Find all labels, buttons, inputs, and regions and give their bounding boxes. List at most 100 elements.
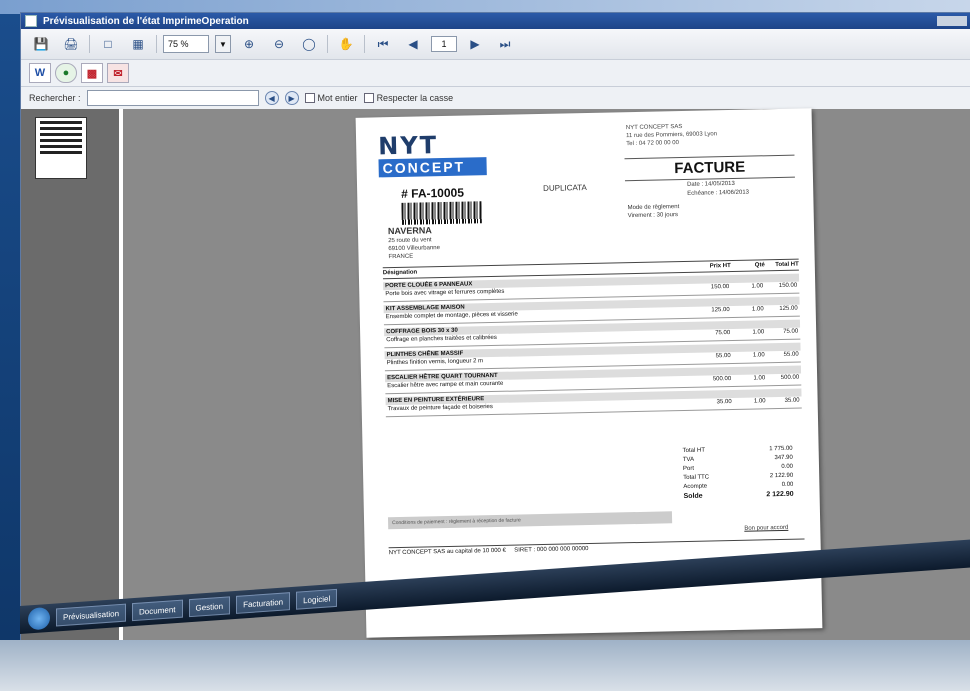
page-number-field[interactable]: 1	[431, 36, 457, 52]
match-case-label: Respecter la casse	[376, 92, 454, 103]
row-price: 125.00	[711, 307, 730, 314]
total-label: Solde	[683, 492, 703, 501]
taskbar-task[interactable]: Gestion	[188, 596, 231, 618]
footer-left: NYT CONCEPT SAS au capital de 10 000 €	[388, 547, 506, 557]
zoom-in-icon[interactable]: ⊕	[237, 33, 261, 55]
total-value: 2 122.90	[766, 490, 794, 499]
invoice-meta: Date : 14/05/2013 Echéance : 14/06/2013	[687, 180, 749, 199]
invoice-number: # FA-10005	[401, 185, 465, 201]
print-icon[interactable]: 🖨	[59, 33, 83, 55]
one-page-icon[interactable]: □	[96, 33, 120, 55]
hand-tool-icon[interactable]: ✋	[334, 33, 358, 55]
row-price: 35.00	[716, 399, 732, 406]
pdf-export-icon[interactable]: ▩	[81, 63, 103, 83]
row-qty: 1.00	[753, 375, 766, 382]
row-price: 55.00	[715, 353, 731, 360]
export-toolbar: W ● ▩ ✉	[21, 60, 970, 87]
row-qty: 1.00	[752, 352, 765, 359]
toolbar-separator	[327, 35, 328, 53]
thumbnail-line	[40, 151, 82, 154]
search-bar: Rechercher : ◀ ▶ Mot entier Respecter la…	[21, 87, 970, 110]
row-price: 75.00	[715, 330, 731, 337]
thumbnail-line	[40, 145, 82, 148]
page-thumbnail[interactable]	[35, 117, 87, 179]
save-icon[interactable]: 💾	[29, 33, 53, 55]
whole-word-label: Mot entier	[317, 92, 358, 103]
search-input[interactable]	[86, 90, 259, 106]
taskbar-task[interactable]: Prévisualisation	[56, 603, 127, 627]
whole-word-checkbox[interactable]	[304, 93, 315, 104]
thumbnail-pane	[21, 109, 123, 653]
meta-line: Echéance : 14/06/2013	[687, 189, 750, 197]
app-icon	[25, 15, 37, 27]
window-titlebar[interactable]: Prévisualisation de l'état ImprimeOperat…	[21, 13, 970, 29]
search-prev-icon[interactable]: ◀	[264, 91, 279, 105]
main-toolbar: 💾 🖨 □ ▦ 75 % ▼ ⊕ ⊖ ◯ ✋ ⏮ ◀ 1 ▶ ⏭	[21, 29, 970, 60]
thumbnail-line	[40, 133, 82, 136]
row-total: 35.00	[784, 397, 800, 404]
client-line: 69100 Villeurbanne	[388, 245, 441, 253]
prev-page-icon[interactable]: ◀	[401, 33, 425, 55]
payment-terms-bar: Conditions de paiement : règlement à réc…	[387, 511, 673, 530]
first-page-icon[interactable]: ⏮	[371, 33, 395, 55]
zoom-fit-icon[interactable]: ◯	[297, 33, 321, 55]
word-export-icon[interactable]: W	[29, 63, 51, 83]
logo-bottom-text: CONCEPT	[378, 157, 487, 178]
row-total: 75.00	[783, 328, 799, 335]
start-button-icon[interactable]	[28, 606, 50, 631]
client-line: FRANCE	[388, 253, 414, 261]
match-case-option[interactable]: Respecter la casse	[363, 92, 454, 104]
window-title: Prévisualisation de l'état ImprimeOperat…	[43, 15, 249, 27]
zoom-out-icon[interactable]: ⊖	[267, 33, 291, 55]
thumbnail-line	[40, 127, 82, 130]
payment-mode: Mode de règlement Virement : 30 jours	[627, 203, 679, 220]
taskbar-task[interactable]: Facturation	[236, 592, 291, 614]
search-next-icon[interactable]: ▶	[284, 91, 299, 105]
company-logo: NYT CONCEPT	[377, 131, 487, 178]
taskbar-task[interactable]: Document	[132, 599, 183, 622]
multi-page-icon[interactable]: ▦	[126, 33, 150, 55]
desktop-left	[0, 14, 20, 691]
toolbar-separator	[89, 35, 90, 53]
total-value: 2 122.90	[769, 472, 794, 480]
zoom-field[interactable]: 75 %	[163, 35, 209, 53]
row-qty: 1.00	[751, 283, 764, 290]
zoom-dropdown-icon[interactable]: ▼	[215, 35, 231, 53]
total-label: TVA	[682, 456, 695, 464]
total-row: Solde 2 122.90	[684, 490, 794, 501]
logo-top-text: NYT	[377, 131, 439, 161]
last-page-icon[interactable]: ⏭	[493, 33, 517, 55]
footer-mid: SIRET : 000 000 000 00000	[514, 546, 589, 554]
invoice-footer: NYT CONCEPT SAS au capital de 10 000 € S…	[388, 538, 805, 557]
search-label: Rechercher :	[29, 93, 81, 103]
total-label: Port	[682, 465, 695, 473]
total-value: 0.00	[781, 463, 794, 470]
invoice-table: Désignation Prix HT Qté Total HT PORTE C…	[382, 258, 802, 418]
toolbar-separator	[364, 35, 365, 53]
total-value: 0.00	[781, 481, 794, 488]
signature-label: Bon pour accord	[744, 524, 789, 532]
client-block: NAVERNA 25 route du vent 69100 Villeurba…	[387, 225, 441, 261]
row-qty: 1.00	[752, 329, 765, 336]
total-label: Total HT	[682, 447, 706, 455]
window-controls[interactable]	[937, 16, 967, 26]
whole-word-option[interactable]: Mot entier	[304, 92, 358, 104]
next-page-icon[interactable]: ▶	[463, 33, 487, 55]
company-info: NYT CONCEPT SAS 11 rue des Pommiers, 690…	[626, 121, 796, 149]
row-total: 55.00	[783, 351, 799, 358]
row-qty: 1.00	[751, 306, 764, 313]
client-name: NAVERNA	[387, 225, 432, 237]
totals-block: Total HT 1 775.00 TVA 347.90 Port 0.00 Tota…	[683, 445, 794, 501]
row-price: 150.00	[710, 284, 730, 291]
row-total: 150.00	[778, 282, 798, 290]
email-pdf-icon[interactable]: ✉	[107, 63, 129, 83]
payment-line: Virement : 30 jours	[627, 212, 679, 220]
taskbar-task[interactable]: Logiciel	[296, 588, 338, 610]
total-value: 347.90	[774, 454, 793, 462]
thumbnail-line	[40, 121, 82, 124]
web-export-icon[interactable]: ●	[55, 63, 77, 83]
row-qty: 1.00	[753, 398, 766, 405]
match-case-checkbox[interactable]	[363, 93, 374, 104]
thumbnail-line	[40, 139, 82, 142]
barcode	[401, 201, 482, 225]
